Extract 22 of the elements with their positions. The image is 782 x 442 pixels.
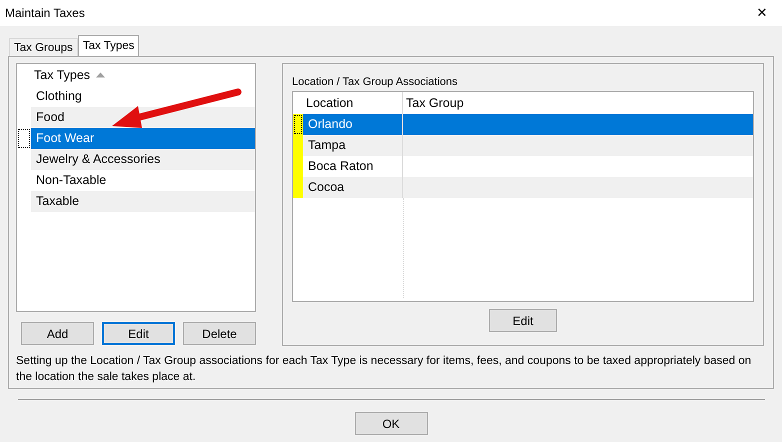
grid-cell: Tampa xyxy=(303,135,403,156)
close-button[interactable]: ✕ xyxy=(742,0,782,26)
group-title: Location / Tax Group Associations xyxy=(292,75,459,90)
edit-button[interactable]: Edit xyxy=(489,309,557,332)
window-title: Maintain Taxes xyxy=(5,5,85,22)
tab[interactable]: Tax Groups xyxy=(9,38,78,56)
action-button[interactable]: Edit xyxy=(102,322,175,345)
focus-marker xyxy=(17,128,31,149)
list-item[interactable]: Foot Wear xyxy=(31,128,255,149)
column-header[interactable]: Tax Group xyxy=(403,92,753,114)
action-button[interactable]: Add xyxy=(21,322,94,345)
grid-cell: Cocoa xyxy=(303,177,403,198)
ok-button[interactable]: OK xyxy=(354,412,428,435)
help-text: Setting up the Location / Tax Group associations for each Tax Type is necessary for items, fees, and coupons to be taxed appropriately based on the location the sale takes place at. xyxy=(16,354,752,385)
list-item[interactable]: Jewelry & Accessories xyxy=(31,149,255,170)
list-item[interactable]: Taxable xyxy=(31,191,255,212)
grid-cell: Orlando xyxy=(303,114,403,135)
list-item[interactable]: Clothing xyxy=(31,86,255,107)
column-header[interactable]: Tax Types xyxy=(31,64,255,86)
tab[interactable]: Tax Types xyxy=(78,35,140,56)
list-item[interactable]: Non-Taxable xyxy=(31,170,255,191)
action-button[interactable]: Delete xyxy=(183,322,256,345)
